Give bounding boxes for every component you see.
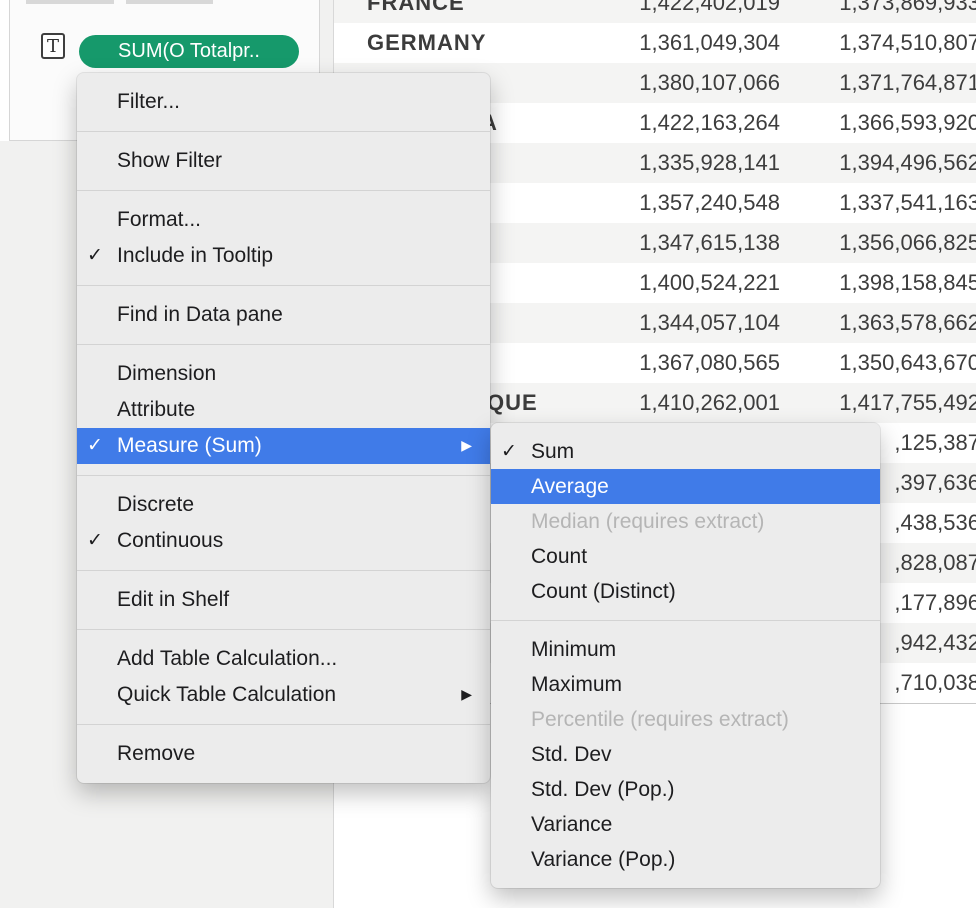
context-menu-item-label: Discrete	[117, 493, 194, 516]
context-menu-item-format[interactable]: Format...	[77, 202, 490, 238]
context-menu-item-label: Filter...	[117, 90, 180, 113]
context-menu-group: Dimension Attribute ✓ Measure (Sum) ▶	[77, 345, 490, 475]
submenu-item-average[interactable]: Average	[491, 469, 880, 504]
context-menu-item-label: Include in Tooltip	[117, 244, 273, 267]
context-menu-item-label: Find in Data pane	[117, 303, 283, 326]
submenu-item-std-dev-pop[interactable]: Std. Dev (Pop.)	[491, 772, 880, 807]
context-menu-item-label: Add Table Calculation...	[117, 647, 337, 670]
context-menu-group: Format... ✓ Include in Tooltip	[77, 191, 490, 285]
checkmark-icon: ✓	[87, 428, 103, 464]
submenu-item-label: Sum	[531, 440, 574, 463]
submenu-item-variance-pop[interactable]: Variance (Pop.)	[491, 842, 880, 877]
submenu-item-label: Maximum	[531, 673, 622, 696]
context-menu-item-label: Quick Table Calculation	[117, 683, 336, 706]
table-row[interactable]: GERMANY1,361,049,3041,374,510,807	[334, 23, 976, 63]
measure-aggregation-submenu: ✓ Sum Average Median (requires extract) Coun…	[491, 423, 880, 888]
left-edge-strip	[0, 0, 9, 141]
context-menu-item-show-filter[interactable]: Show Filter	[77, 143, 490, 179]
table-row[interactable]: FRANCE1,422,402,0191,373,869,933	[334, 0, 976, 23]
marks-button-partial-2[interactable]	[126, 0, 213, 4]
context-menu-item-label: Edit in Shelf	[117, 588, 229, 611]
context-menu-item-label: Remove	[117, 742, 195, 765]
value-cell-col2: 1,374,510,807	[334, 23, 976, 63]
context-menu-item-add-table-calculation[interactable]: Add Table Calculation...	[77, 641, 490, 677]
context-menu-item-label: Show Filter	[117, 149, 222, 172]
context-menu-item-remove[interactable]: Remove	[77, 736, 490, 772]
context-menu-item-label: Format...	[117, 208, 201, 231]
submenu-item-variance[interactable]: Variance	[491, 807, 880, 842]
checkmark-icon: ✓	[87, 238, 103, 274]
submenu-item-label: Median (requires extract)	[531, 510, 764, 533]
submenu-item-maximum[interactable]: Maximum	[491, 667, 880, 702]
submenu-item-label: Average	[531, 475, 609, 498]
marks-button-partial-1[interactable]	[26, 0, 114, 4]
context-menu-item-continuous[interactable]: ✓ Continuous	[77, 523, 490, 559]
submenu-item-label: Minimum	[531, 638, 616, 661]
context-menu-group: Filter...	[77, 73, 490, 131]
submenu-item-label: Count	[531, 545, 587, 568]
pill-context-menu: Filter... Show Filter Format... ✓ Include in…	[77, 73, 490, 783]
context-menu-group: Remove	[77, 725, 490, 783]
checkmark-icon: ✓	[87, 523, 103, 559]
submenu-item-label: Percentile (requires extract)	[531, 708, 789, 731]
submenu-item-label: Std. Dev	[531, 743, 612, 766]
submenu-item-median-requires-extract: Median (requires extract)	[491, 504, 880, 539]
submenu-item-label: Variance (Pop.)	[531, 848, 675, 871]
submenu-item-percentile-requires-extract: Percentile (requires extract)	[491, 702, 880, 737]
measure-pill[interactable]: SUM(O Totalpr..	[79, 35, 299, 68]
context-menu-group: Show Filter	[77, 132, 490, 190]
submenu-item-label: Count (Distinct)	[531, 580, 676, 603]
context-menu-item-label: Measure (Sum)	[117, 434, 262, 457]
context-menu-item-include-in-tooltip[interactable]: ✓ Include in Tooltip	[77, 238, 490, 274]
context-menu-item-quick-table-calculation[interactable]: Quick Table Calculation ▶	[77, 677, 490, 713]
checkmark-icon: ✓	[501, 434, 517, 469]
context-menu-group: Add Table Calculation... Quick Table Calc…	[77, 630, 490, 724]
context-menu-item-measure-sum[interactable]: ✓ Measure (Sum) ▶	[77, 428, 490, 464]
context-menu-item-label: Attribute	[117, 398, 195, 421]
context-menu-item-attribute[interactable]: Attribute	[77, 392, 490, 428]
submenu-item-sum[interactable]: ✓ Sum	[491, 434, 880, 469]
submenu-item-count[interactable]: Count	[491, 539, 880, 574]
context-menu-group: Discrete ✓ Continuous	[77, 476, 490, 570]
submenu-item-count-distinct[interactable]: Count (Distinct)	[491, 574, 880, 609]
submenu-arrow-icon: ▶	[461, 676, 472, 712]
submenu-arrow-icon: ▶	[461, 427, 472, 463]
submenu-item-std-dev[interactable]: Std. Dev	[491, 737, 880, 772]
value-cell-col2: 1,373,869,933	[334, 0, 976, 23]
context-menu-item-edit-in-shelf[interactable]: Edit in Shelf	[77, 582, 490, 618]
context-menu-item-dimension[interactable]: Dimension	[77, 356, 490, 392]
submenu-item-label: Std. Dev (Pop.)	[531, 778, 675, 801]
text-mark-icon[interactable]: T	[41, 33, 65, 59]
submenu-item-minimum[interactable]: Minimum	[491, 632, 880, 667]
context-menu-item-find-in-data-pane[interactable]: Find in Data pane	[77, 297, 490, 333]
submenu-item-label: Variance	[531, 813, 612, 836]
context-menu-item-discrete[interactable]: Discrete	[77, 487, 490, 523]
submenu-group: ✓ Sum Average Median (requires extract) Coun…	[491, 423, 880, 620]
context-menu-group: Edit in Shelf	[77, 571, 490, 629]
context-menu-item-filter[interactable]: Filter...	[77, 84, 490, 120]
context-menu-item-label: Dimension	[117, 362, 216, 385]
submenu-group: Minimum Maximum Percentile (requires extra…	[491, 621, 880, 888]
context-menu-group: Find in Data pane	[77, 286, 490, 344]
context-menu-item-label: Continuous	[117, 529, 223, 552]
